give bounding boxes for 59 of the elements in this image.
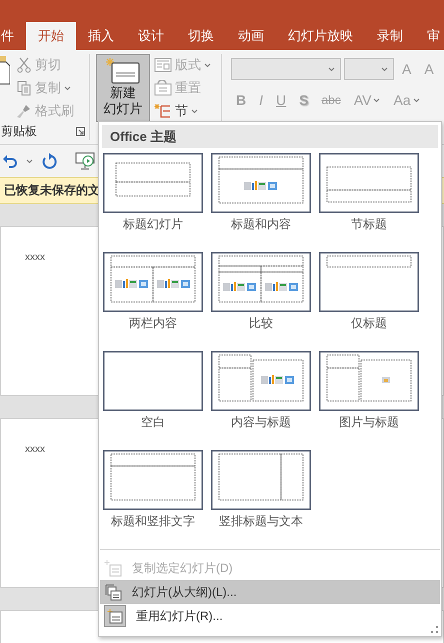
layout-preview-icon bbox=[211, 153, 311, 213]
caret-icon bbox=[191, 108, 198, 114]
layout-preview-icon bbox=[319, 351, 419, 411]
caret-icon bbox=[373, 98, 380, 102]
layout-preview-icon bbox=[103, 351, 203, 411]
menu-header: Office 主题 bbox=[102, 125, 438, 148]
layout-option[interactable]: 内容与标题 bbox=[211, 351, 311, 435]
caret-icon bbox=[381, 66, 388, 72]
caret-icon bbox=[328, 66, 335, 72]
layout-preview-icon bbox=[319, 252, 419, 312]
layout-preview-icon bbox=[103, 252, 203, 312]
ribbon-tab[interactable]: 幻灯片放映 bbox=[276, 22, 365, 50]
presenter-icon[interactable] bbox=[75, 152, 95, 170]
layout-option[interactable]: 空白 bbox=[103, 351, 203, 435]
menu-item[interactable]: 幻灯片(从大纲)(L)... bbox=[100, 580, 440, 604]
ribbon-tab[interactable]: 件 bbox=[0, 22, 26, 50]
section-icon bbox=[154, 103, 172, 119]
layout-option[interactable]: 两栏内容 bbox=[103, 252, 203, 336]
reuse-slides-icon bbox=[104, 605, 126, 627]
caret-icon bbox=[26, 158, 33, 164]
ribbon-tab[interactable]: 审 bbox=[415, 22, 444, 50]
redo-icon[interactable] bbox=[41, 153, 57, 169]
layout-option[interactable]: 竖排标题与文本 bbox=[211, 450, 311, 534]
layout-preview-icon bbox=[103, 450, 203, 510]
layout-option[interactable]: 图片与标题 bbox=[319, 351, 419, 435]
dialog-launcher-icon[interactable] bbox=[76, 127, 85, 136]
copy-icon bbox=[16, 80, 32, 96]
layout-preview-icon bbox=[211, 351, 311, 411]
layout-option[interactable]: 比较 bbox=[211, 252, 311, 336]
duplicate-slide-icon bbox=[104, 559, 122, 577]
scissors-icon bbox=[16, 57, 32, 73]
brush-icon bbox=[16, 103, 32, 119]
layout-option[interactable]: 标题和竖排文字 bbox=[103, 450, 203, 534]
ribbon-tab[interactable]: 设计 bbox=[126, 22, 176, 50]
ribbon-tab[interactable]: 录制 bbox=[365, 22, 415, 50]
caret-icon bbox=[412, 98, 420, 102]
layout-preview-icon bbox=[211, 450, 311, 510]
layout-icon bbox=[154, 57, 172, 73]
layout-option[interactable]: 仅标题 bbox=[319, 252, 419, 336]
ribbon-tab[interactable]: 动画 bbox=[226, 22, 276, 50]
new-slide-button[interactable]: 新建 幻灯片 bbox=[96, 54, 150, 122]
ribbon-tab[interactable]: 插入 bbox=[76, 22, 126, 50]
menu-item[interactable]: 重用幻灯片(R)... bbox=[100, 604, 440, 628]
group-label: 剪贴板 bbox=[1, 123, 37, 140]
caret-icon bbox=[64, 86, 71, 90]
slides-from-outline-icon bbox=[104, 583, 122, 601]
caret-icon bbox=[204, 62, 211, 68]
slide-tool-button[interactable]: 节 bbox=[152, 100, 213, 122]
layout-preview-icon bbox=[103, 153, 203, 213]
new-slide-icon bbox=[105, 57, 141, 85]
slide-text: xxxx bbox=[25, 252, 45, 263]
slide-text: xxxx bbox=[25, 444, 45, 455]
resize-grip-icon[interactable] bbox=[431, 626, 438, 633]
ribbon-tab[interactable]: 开始 bbox=[26, 22, 76, 50]
reset-icon bbox=[154, 80, 172, 96]
undo-icon[interactable] bbox=[2, 153, 18, 169]
layout-preview-icon bbox=[211, 252, 311, 312]
layout-preview-icon bbox=[319, 153, 419, 213]
ribbon-tab[interactable]: 切换 bbox=[176, 22, 226, 50]
